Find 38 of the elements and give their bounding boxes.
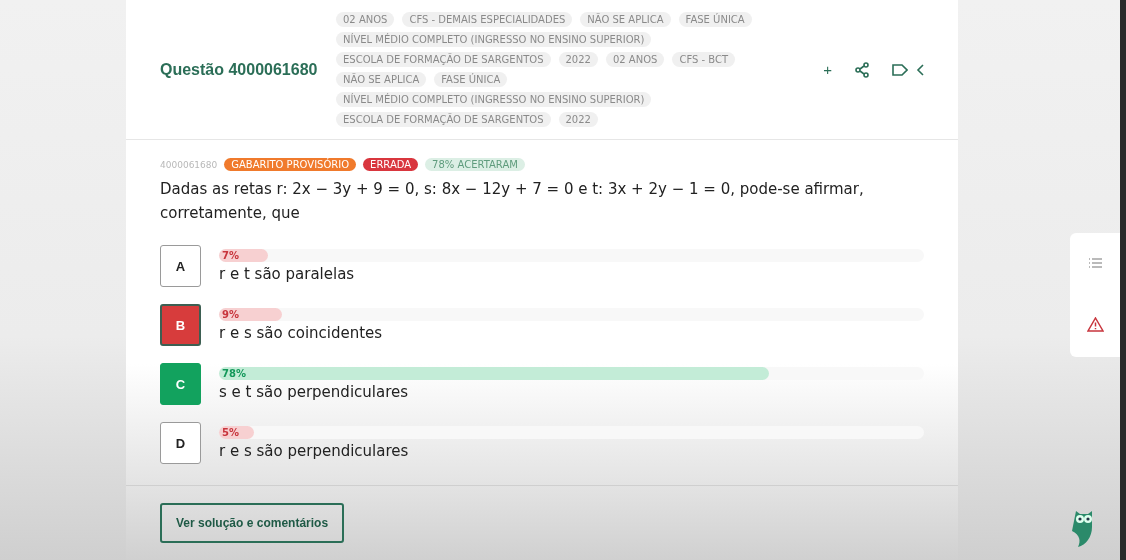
tag: FASE ÚNICA	[434, 72, 508, 87]
tag: FASE ÚNICA	[678, 12, 752, 27]
question-title: Questão 4000061680	[160, 60, 319, 79]
option-letter-button[interactable]: A	[160, 245, 201, 287]
percent-label: 9%	[221, 309, 239, 320]
warning-icon[interactable]	[1086, 317, 1104, 333]
chevron-left-icon[interactable]	[916, 63, 924, 76]
percent-label: 5%	[221, 427, 239, 438]
tag: NÍVEL MÉDIO COMPLETO (INGRESSO NO ENSINO SUPERIOR)	[336, 92, 652, 107]
solution-button[interactable]: Ver solução e comentários	[160, 503, 345, 543]
option-text: r e t são paralelas	[219, 265, 356, 283]
tag: NÃO SE APLICA	[580, 12, 671, 27]
tag: 02 ANOS	[336, 12, 395, 27]
percent-label: 7%	[221, 250, 239, 261]
option-text: r e s são perpendiculares	[219, 442, 410, 460]
tag: 02 ANOS	[605, 52, 665, 67]
tag: 2022	[558, 52, 598, 67]
option-letter-button[interactable]: C	[160, 363, 201, 405]
question-code: 4000061680	[160, 159, 218, 170]
tag: ESCOLA DE FORMAÇÃO DE SARGENTOS	[336, 52, 551, 67]
tag: CFS - DEMAIS ESPECIALIDADES	[402, 12, 573, 27]
tag: ESCOLA DE FORMAÇÃO DE SARGENTOS	[336, 112, 551, 127]
percent-label: 78%	[221, 368, 246, 379]
tag: 2022	[558, 112, 598, 127]
option-text: r e s são coincidentes	[219, 324, 384, 342]
tag-icon[interactable]	[892, 63, 908, 76]
tag: NÍVEL MÉDIO COMPLETO (INGRESSO NO ENSINO SUPERIOR)	[336, 32, 652, 47]
add-button[interactable]: +	[823, 61, 832, 78]
question-statement: Dadas as retas r: 2x − 3y + 9 = 0, s: 8x − 12y + 7 = 0 e t: 3x + 2y − 1 = 0, pode-se afirmar, corretamente, que	[160, 179, 865, 224]
share-icon[interactable]	[854, 61, 870, 78]
option-letter-button[interactable]: B	[160, 304, 201, 346]
tag: NÃO SE APLICA	[336, 72, 427, 87]
status-badge: GABARITO PROVISÓRIO	[224, 158, 357, 171]
status-badge: 78% ACERTARAM	[425, 158, 525, 171]
option-letter-button[interactable]: D	[160, 422, 201, 464]
status-badge: ERRADA	[363, 158, 419, 171]
option-text: s e t são perpendiculares	[219, 383, 410, 401]
tag: CFS - BCT	[672, 52, 736, 67]
